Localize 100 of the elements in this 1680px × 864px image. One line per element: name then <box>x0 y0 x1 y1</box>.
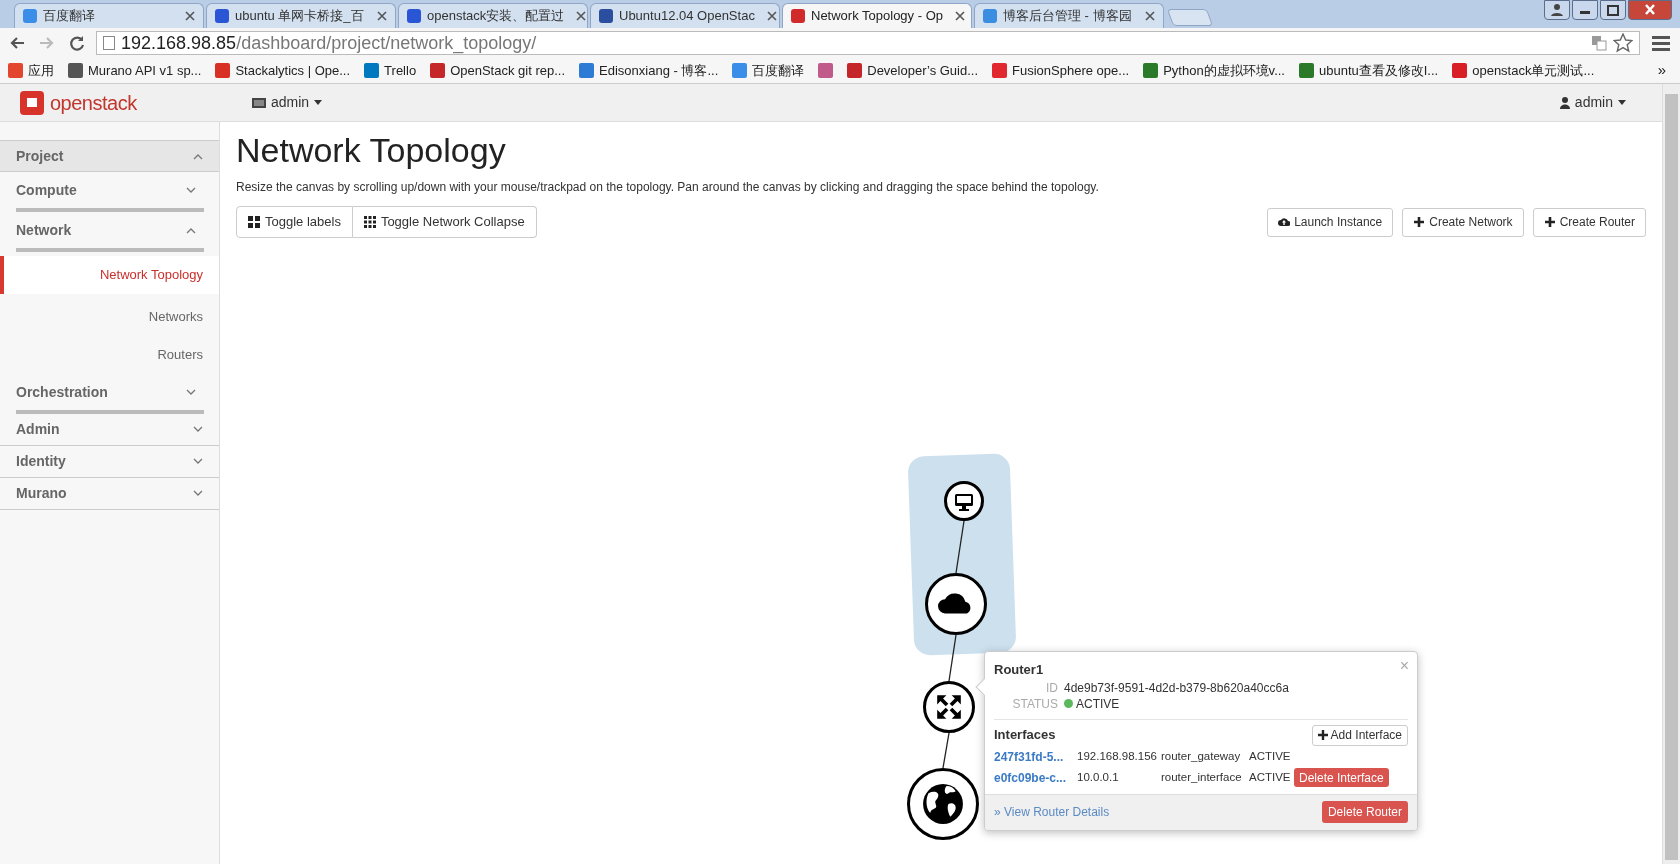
close-icon[interactable] <box>766 11 777 21</box>
sidebar-section[interactable]: Admin <box>0 414 219 446</box>
bookmark-link[interactable]: Trello <box>384 60 417 81</box>
translate-icon[interactable] <box>1591 35 1607 51</box>
chevron-up-icon <box>186 226 196 234</box>
action-button[interactable]: Create Network <box>1402 207 1524 237</box>
address-field[interactable]: 192.168.98.85/dashboard/project/network_topology/ <box>96 31 1640 55</box>
bookmark-icon[interactable] <box>215 63 231 78</box>
browser-tab[interactable]: 百度翻译 <box>14 3 204 28</box>
logo-text: openstack <box>50 90 137 116</box>
link-line <box>955 520 965 574</box>
bookmark-icon[interactable] <box>1143 63 1159 78</box>
action-button[interactable]: Create Router <box>1532 207 1646 237</box>
caret-icon <box>314 100 323 105</box>
bookmark-link[interactable]: openstack单元测试... <box>1472 60 1595 81</box>
bookmark-link[interactable]: OpenStack git rep... <box>450 60 566 81</box>
interface-link[interactable]: 247f31fd-5... <box>994 747 1077 766</box>
browser-tab[interactable]: 博客后台管理 - 博客园 <box>974 3 1164 28</box>
bookmark-link[interactable]: Python的虚拟环境v... <box>1163 60 1285 81</box>
close-icon[interactable] <box>576 11 587 21</box>
bookmark-icon[interactable] <box>847 63 863 78</box>
close-icon[interactable] <box>955 11 965 21</box>
bookmark-icon[interactable] <box>430 63 446 78</box>
sidebar-section[interactable]: Compute <box>16 172 204 212</box>
bookmark-icon[interactable] <box>818 63 834 78</box>
bookmark-icon[interactable] <box>364 63 380 78</box>
bookmark-icon[interactable] <box>992 63 1008 78</box>
user-icon <box>1559 96 1570 109</box>
tab-title: 博客后台管理 - 博客园 <box>1003 7 1132 26</box>
plus-icon <box>1317 730 1328 740</box>
sidebar-link[interactable]: Network Topology <box>0 256 219 294</box>
toggle-button[interactable]: Toggle labels <box>236 206 353 238</box>
user-icon[interactable] <box>1544 0 1570 20</box>
sidebar-section[interactable]: Orchestration <box>16 374 204 414</box>
action-button[interactable]: Launch Instance <box>1267 207 1394 237</box>
menu-icon[interactable] <box>1652 35 1670 51</box>
sidebar-section[interactable]: Network <box>16 212 204 252</box>
plus-icon <box>1543 216 1556 228</box>
interface-ip: 192.168.98.156 <box>1077 748 1158 764</box>
grid-icon <box>363 216 376 228</box>
chevron-down-icon <box>186 186 196 194</box>
bookmark-icon[interactable] <box>579 63 595 78</box>
add-interface-button[interactable]: Add Interface <box>1311 724 1408 746</box>
star-icon[interactable] <box>1613 33 1633 53</box>
delete-interface-button[interactable]: Delete Interface <box>1294 768 1389 787</box>
chevron-down-icon <box>193 490 203 497</box>
bookmark-link[interactable]: ubuntu查看及修改I... <box>1319 60 1439 81</box>
toggle-button[interactable]: Toggle Network Collapse <box>352 206 537 238</box>
sidebar-link[interactable]: Routers <box>0 336 219 374</box>
close-icon[interactable] <box>1628 0 1672 20</box>
user-dropdown[interactable]: admin <box>1559 92 1626 113</box>
bookmark-link[interactable]: Edisonxiang - 博客... <box>599 60 719 81</box>
bookmark-link[interactable]: Murano API v1 sp... <box>88 60 202 81</box>
delete-router-button[interactable]: Delete Router <box>1321 801 1408 823</box>
field-value: 4de9b73f-9591-4d2d-b379-8b620a40cc6a <box>1064 679 1289 696</box>
browser-tab[interactable]: Ubuntu12.04 OpenStac <box>590 3 780 28</box>
browser-tab[interactable]: Network Topology - Op <box>782 3 972 28</box>
page-description: Resize the canvas by scrolling up/down with your mouse/trackpad on the topology. Pan around the canvas by clicking and dragging the space behind the topology. <box>236 179 1100 196</box>
link-line <box>948 634 957 682</box>
close-icon[interactable] <box>377 11 387 21</box>
popup-title: Router1 <box>994 661 1044 679</box>
chevron-down-icon <box>193 426 203 433</box>
scrollbar-thumb[interactable] <box>1665 94 1678 860</box>
bookmark-link[interactable]: 应用 <box>28 60 54 81</box>
sidebar-section[interactable]: Murano <box>0 478 219 510</box>
chevron-up-icon <box>193 152 203 160</box>
caret-icon <box>1618 100 1626 105</box>
bookmark-icon[interactable] <box>1452 63 1468 78</box>
more-bookmarks-button[interactable]: » <box>1657 59 1666 82</box>
sidebar-section[interactable]: Identity <box>0 446 219 478</box>
bookmark-link[interactable]: FusionSphere ope... <box>1012 60 1130 81</box>
close-icon[interactable] <box>185 11 195 21</box>
chevron-down-icon <box>193 458 203 465</box>
project-dropdown[interactable]: admin <box>252 92 323 113</box>
sidebar-link[interactable]: Networks <box>0 298 219 336</box>
sidebar-section[interactable]: Project <box>0 140 219 172</box>
interface-type: router_gateway <box>1161 748 1242 764</box>
maximize-icon[interactable] <box>1600 0 1626 20</box>
field-value: ACTIVE <box>1076 695 1120 712</box>
keyboard-icon <box>252 97 266 108</box>
field-label: ID <box>1045 679 1058 696</box>
bookmark-link[interactable]: 百度翻译 <box>752 60 805 81</box>
tab-title: Network Topology - Op <box>811 7 943 26</box>
close-icon[interactable] <box>1145 11 1155 21</box>
url-text: 192.168.98.85/dashboard/project/network_topology/ <box>121 31 537 56</box>
page-icon <box>103 36 115 50</box>
interface-type: router_interface <box>1161 769 1243 785</box>
tab-title: Ubuntu12.04 OpenStac <box>619 7 755 26</box>
tab-title: 百度翻译 <box>43 7 95 26</box>
bookmark-link[interactable]: Developer’s Guid... <box>867 60 979 81</box>
interface-link[interactable]: e0fc09be-c... <box>994 768 1077 787</box>
bookmark-icon[interactable] <box>732 63 748 78</box>
router-node[interactable] <box>923 681 975 733</box>
browser-tab[interactable]: openstack安装、配置过 <box>398 3 588 28</box>
plus-icon <box>1413 216 1426 228</box>
minimize-icon[interactable] <box>1572 0 1598 20</box>
reload-icon[interactable] <box>68 34 86 52</box>
link-line <box>942 732 950 769</box>
browser-tab[interactable]: ubuntu 单网卡桥接_百 <box>206 3 396 28</box>
bookmark-link[interactable]: Stackalytics | Ope... <box>235 60 351 81</box>
